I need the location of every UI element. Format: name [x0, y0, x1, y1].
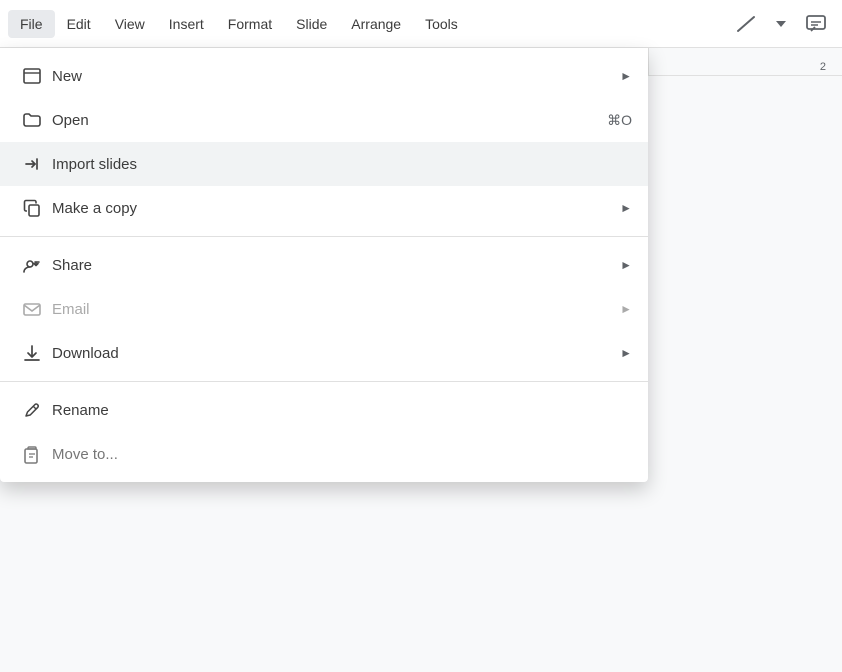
menu-item-download-arrow: ► — [620, 346, 632, 360]
divider-2 — [0, 381, 648, 382]
menu-item-new-arrow: ► — [620, 69, 632, 83]
line-tool-dropdown[interactable] — [772, 6, 790, 42]
menu-item-download-label: Download — [52, 345, 612, 362]
window-icon — [16, 66, 48, 86]
menubar-item-arrange[interactable]: Arrange — [339, 10, 413, 38]
comment-icon[interactable] — [798, 6, 834, 42]
menu-item-new-label: New — [52, 68, 612, 85]
menu-item-import-slides-label: Import slides — [52, 156, 632, 173]
move-icon — [16, 444, 48, 464]
menu-item-import-slides[interactable]: Import slides — [0, 142, 648, 186]
menubar-right-tools — [728, 6, 834, 42]
menu-item-make-copy-label: Make a copy — [52, 200, 612, 217]
menu-item-share-label: Share — [52, 257, 612, 274]
menu-item-email-label: Email — [52, 301, 612, 318]
menu-item-move-to-label: Move to... — [52, 446, 632, 463]
rename-icon — [16, 400, 48, 420]
menubar-item-edit[interactable]: Edit — [55, 10, 103, 38]
menu-item-download[interactable]: Download ► — [0, 331, 648, 375]
menu-item-rename-label: Rename — [52, 402, 632, 419]
ruler-top: 2 — [649, 48, 842, 76]
ruler-area: 2 — [648, 48, 842, 76]
menu-item-open-label: Open — [52, 112, 591, 129]
divider-1 — [0, 236, 648, 237]
file-menu-dropdown: New ► Open ⌘O Import slides — [0, 48, 648, 482]
menu-item-new[interactable]: New ► — [0, 54, 648, 98]
menubar: File Edit View Insert Format Slide Arran… — [0, 0, 842, 48]
menu-item-share-arrow: ► — [620, 258, 632, 272]
menu-item-email[interactable]: Email ► — [0, 287, 648, 331]
menubar-item-insert[interactable]: Insert — [157, 10, 216, 38]
import-slides-icon — [16, 154, 48, 174]
share-icon — [16, 255, 48, 275]
email-icon — [16, 299, 48, 319]
copy-icon — [16, 198, 48, 218]
menu-item-share[interactable]: Share ► — [0, 243, 648, 287]
menubar-item-view[interactable]: View — [103, 10, 157, 38]
menu-item-email-arrow: ► — [620, 302, 632, 316]
menubar-item-file[interactable]: File — [8, 10, 55, 38]
menubar-item-slide[interactable]: Slide — [284, 10, 339, 38]
menu-item-make-copy[interactable]: Make a copy ► — [0, 186, 648, 230]
download-icon — [16, 343, 48, 363]
menu-item-open[interactable]: Open ⌘O — [0, 98, 648, 142]
ruler-number: 2 — [820, 61, 826, 73]
menubar-item-tools[interactable]: Tools — [413, 10, 470, 38]
menu-item-move-to[interactable]: Move to... — [0, 432, 648, 476]
menu-item-open-shortcut: ⌘O — [607, 112, 632, 129]
menu-item-make-copy-arrow: ► — [620, 201, 632, 215]
line-tool-icon[interactable] — [728, 6, 764, 42]
folder-icon — [16, 110, 48, 130]
menubar-item-format[interactable]: Format — [216, 10, 284, 38]
menu-item-rename[interactable]: Rename — [0, 388, 648, 432]
